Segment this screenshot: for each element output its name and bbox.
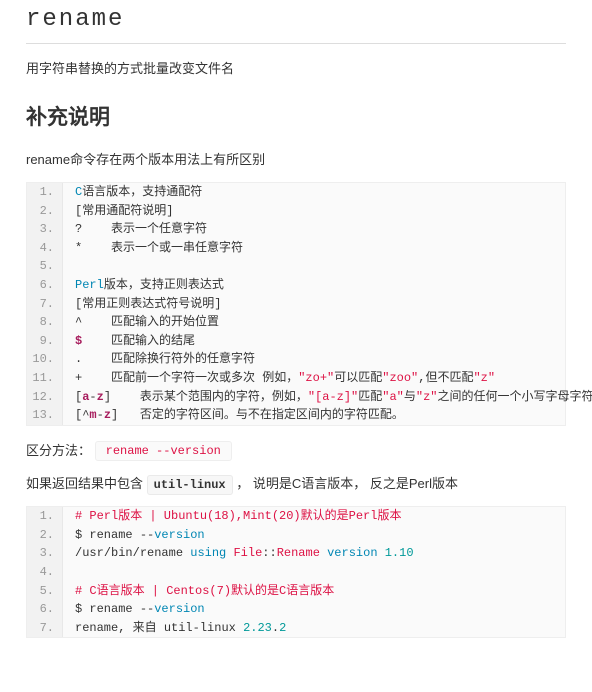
code-line: 7.[常用正则表达式符号说明] [27,295,565,314]
title-divider [26,43,566,44]
line-content: * 表示一个或一串任意字符 [63,239,243,258]
line-number: 6. [27,276,63,295]
code-line: 1.# Perl版本 | Ubuntu(18),Mint(20)默认的是Perl… [27,507,565,526]
line-number: 8. [27,313,63,332]
result-suffix: ， 说明是C语言版本， 反之是Perl版本 [233,476,458,491]
code-line: 1.C语言版本，支持通配符 [27,183,565,202]
code-line: 10.. 匹配除换行符外的任意字符 [27,350,565,369]
line-content: $ 匹配输入的结尾 [63,332,195,351]
code-line: 5.# C语言版本 | Centos(7)默认的是C语言版本 [27,582,565,601]
code-line: 6.Perl版本，支持正则表达式 [27,276,565,295]
line-number: 3. [27,220,63,239]
code-line: 2.[常用通配符说明] [27,202,565,221]
line-content: ^ 匹配输入的开始位置 [63,313,219,332]
line-number: 9. [27,332,63,351]
line-number: 7. [27,295,63,314]
short-description: 用字符串替换的方式批量改变文件名 [26,58,566,77]
line-number: 2. [27,526,63,545]
page-title: rename [26,6,566,33]
line-number: 4. [27,563,63,582]
code-line: 4. [27,563,565,582]
line-number: 3. [27,544,63,563]
code-line: 3./usr/bin/rename using File::Rename ver… [27,544,565,563]
diff-method: 区分方法： rename --version [26,440,566,462]
code-line: 4.* 表示一个或一串任意字符 [27,239,565,258]
code-line: 7.rename, 来自 util-linux 2.23.2 [27,619,565,638]
line-number: 2. [27,202,63,221]
line-content [63,563,82,582]
line-content: $ rename --version [63,526,205,545]
line-number: 12. [27,388,63,407]
line-number: 5. [27,582,63,601]
code-line: 13.[^m-z] 否定的字符区间。与不在指定区间内的字符匹配。 [27,406,565,425]
line-number: 1. [27,183,63,202]
line-content: $ rename --version [63,600,205,619]
line-number: 4. [27,239,63,258]
line-content: Perl版本，支持正则表达式 [63,276,224,295]
line-content: # Perl版本 | Ubuntu(18),Mint(20)默认的是Perl版本 [63,507,401,526]
result-code: util-linux [147,475,233,495]
line-number: 7. [27,619,63,638]
code-block-wildcards: 1.C语言版本，支持通配符2.[常用通配符说明]3.? 表示一个任意字符4.* … [26,182,566,426]
line-number: 10. [27,350,63,369]
section-heading: 补充说明 [26,101,566,131]
line-content: [^m-z] 否定的字符区间。与不在指定区间内的字符匹配。 [63,406,404,425]
line-number: 1. [27,507,63,526]
result-line: 如果返回结果中包含 util-linux ， 说明是C语言版本， 反之是Perl… [26,473,566,492]
line-content: [a-z] 表示某个范围内的字符，例如，"[a-z]"匹配"a"与"z"之间的任… [63,388,592,407]
line-content: . 匹配除换行符外的任意字符 [63,350,255,369]
line-content: [常用正则表达式符号说明] [63,295,221,314]
line-content: rename, 来自 util-linux 2.23.2 [63,619,286,638]
line-content: + 匹配前一个字符一次或多次 例如，"zo+"可以匹配"zoo",但不匹配"z" [63,369,495,388]
line-content [63,257,82,276]
result-prefix: 如果返回结果中包含 [26,476,147,491]
code-line: 12.[a-z] 表示某个范围内的字符，例如，"[a-z]"匹配"a"与"z"之… [27,388,565,407]
line-content: [常用通配符说明] [63,202,173,221]
code-line: 8.^ 匹配输入的开始位置 [27,313,565,332]
code-line: 9.$ 匹配输入的结尾 [27,332,565,351]
line-content: # C语言版本 | Centos(7)默认的是C语言版本 [63,582,334,601]
version-pill: rename --version [95,441,232,461]
code-line: 5. [27,257,565,276]
line-content: C语言版本，支持通配符 [63,183,202,202]
line-content: ? 表示一个任意字符 [63,220,207,239]
intro-line: rename命令存在两个版本用法上有所区别 [26,149,566,168]
line-number: 13. [27,406,63,425]
code-line: 6.$ rename --version [27,600,565,619]
code-line: 3.? 表示一个任意字符 [27,220,565,239]
line-content: /usr/bin/rename using File::Rename versi… [63,544,414,563]
line-number: 6. [27,600,63,619]
code-block-version: 1.# Perl版本 | Ubuntu(18),Mint(20)默认的是Perl… [26,506,566,638]
code-line: 11.+ 匹配前一个字符一次或多次 例如，"zo+"可以匹配"zoo",但不匹配… [27,369,565,388]
code-line: 2.$ rename --version [27,526,565,545]
line-number: 11. [27,369,63,388]
line-number: 5. [27,257,63,276]
diff-label: 区分方法： [26,443,91,458]
